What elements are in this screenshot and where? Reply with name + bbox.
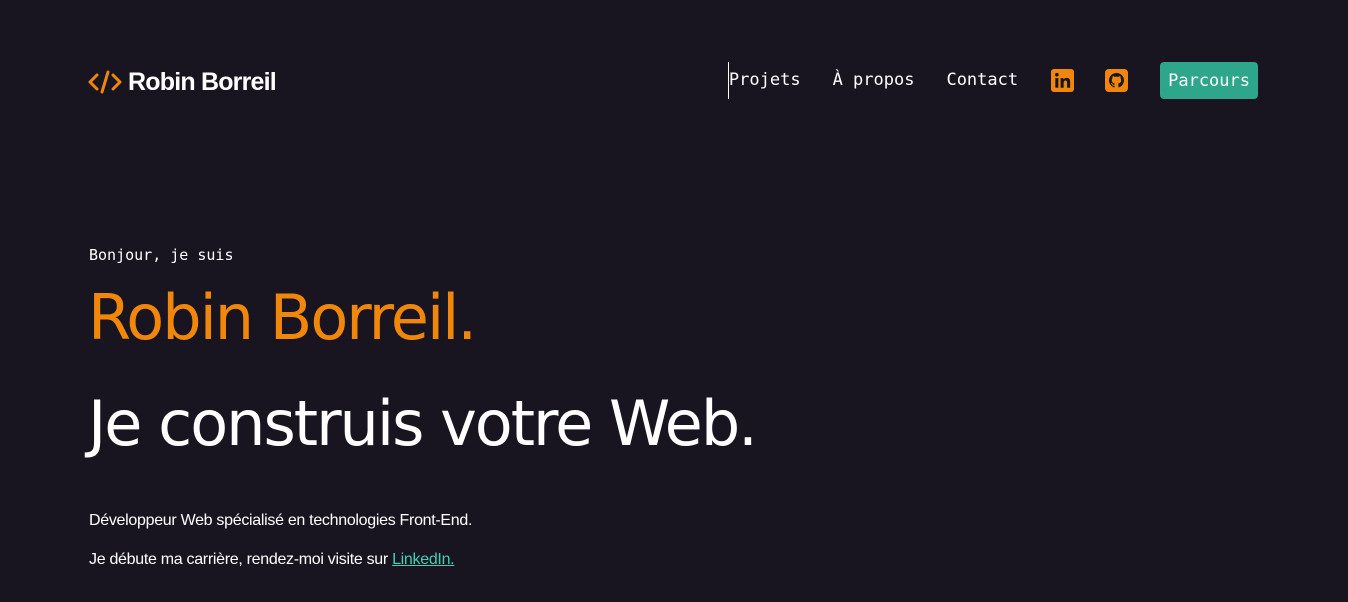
main-nav: Projets À propos Contact Parcours xyxy=(727,62,1258,99)
nav-link-contact[interactable]: Contact xyxy=(946,62,1018,99)
nav-link-a-propos[interactable]: À propos xyxy=(833,62,915,99)
code-brackets-icon xyxy=(88,67,122,97)
github-icon[interactable] xyxy=(1104,69,1128,93)
hero-name: Robin Borreil. xyxy=(88,281,477,354)
hero-visit-prefix: Je débute ma carrière, rendez-moi visite… xyxy=(89,551,393,568)
page: Robin Borreil Projets À propos Contact P… xyxy=(0,0,1348,602)
logo-link[interactable]: Robin Borreil xyxy=(88,64,277,100)
hero-visit-text: Je débute ma carrière, rendez-moi visite… xyxy=(89,549,455,571)
hero-tagline: Je construis votre Web. xyxy=(88,387,758,460)
linkedin-icon[interactable] xyxy=(1050,69,1074,93)
linkedin-inline-link[interactable]: LinkedIn. xyxy=(392,551,455,568)
parcours-button[interactable]: Parcours xyxy=(1160,62,1258,99)
site-header: Robin Borreil Projets À propos Contact P… xyxy=(0,0,1348,160)
nav-link-projets[interactable]: Projets xyxy=(727,62,801,99)
hero-description: Développeur Web spécialisé en technologi… xyxy=(89,512,473,529)
logo-text: Robin Borreil xyxy=(128,68,277,96)
hero-greeting: Bonjour, je suis xyxy=(89,246,234,264)
